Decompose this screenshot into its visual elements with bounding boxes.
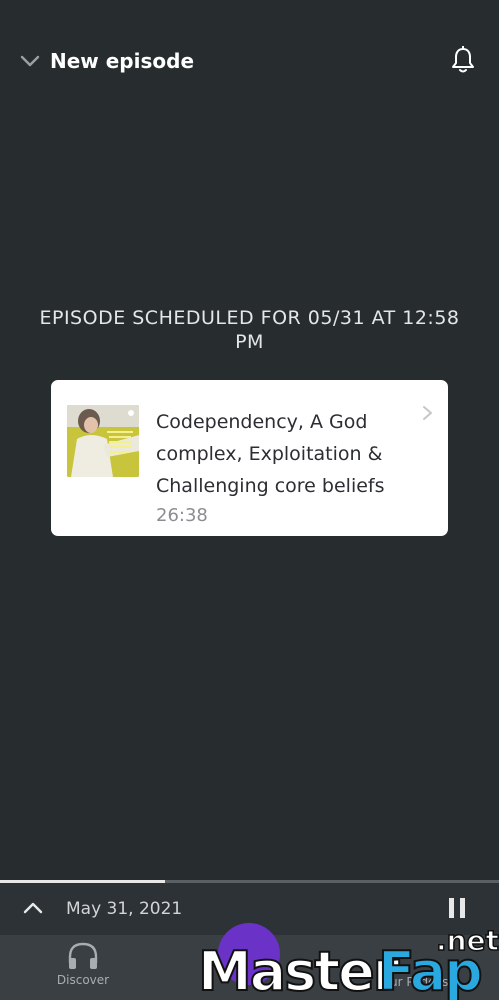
episode-card[interactable]: Codependency, A God complex, Exploitatio… [51, 380, 448, 536]
chevron-right-icon[interactable] [421, 404, 435, 422]
schedule-status: EPISODE SCHEDULED FOR 05/31 AT 12:58 PM [39, 307, 460, 353]
episode-title: Codependency, A God complex, Exploitatio… [156, 411, 385, 497]
tab-your-podcast[interactable]: Your Podcast [370, 939, 460, 995]
chevron-up-icon[interactable] [21, 896, 45, 920]
chevron-down-icon[interactable] [18, 49, 42, 73]
episode-artwork [67, 405, 139, 477]
player-date: May 31, 2021 [66, 899, 183, 919]
tab-create-episode[interactable] [218, 923, 280, 985]
pause-icon[interactable] [446, 896, 468, 920]
bell-icon[interactable] [449, 45, 477, 75]
bottom-tab-bar: Discover Your Podcast [0, 923, 499, 1000]
tab-discover[interactable]: Discover [50, 939, 116, 995]
episode-duration: 26:38 [156, 505, 208, 526]
page-title: New episode [50, 49, 195, 73]
tab-your-podcast-label: Your Podcast [376, 975, 454, 989]
headphones-icon [68, 942, 98, 969]
top-bar: New episode [0, 0, 499, 120]
tab-discover-label: Discover [56, 973, 110, 987]
